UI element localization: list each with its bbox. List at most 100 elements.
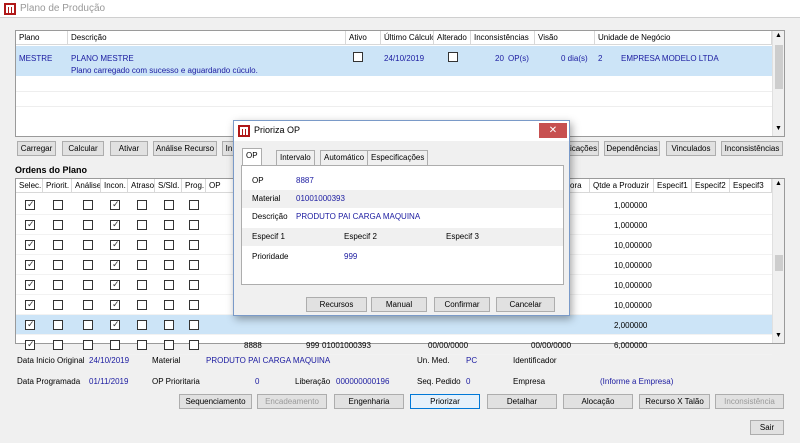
aplicacoes-button[interactable]: icações	[568, 141, 599, 156]
ssld-checkbox[interactable]	[164, 340, 174, 350]
ssld-checkbox[interactable]	[164, 280, 174, 290]
incon-checkbox[interactable]	[110, 199, 120, 210]
col-header-unidade-negocio[interactable]: Unidade de Negócio	[595, 31, 772, 45]
sair-button[interactable]: Sair	[750, 420, 784, 435]
incon-checkbox[interactable]	[110, 279, 120, 290]
ssld-checkbox[interactable]	[164, 240, 174, 250]
col-header-especif3[interactable]: Especif3	[730, 179, 772, 193]
priorit-checkbox[interactable]	[53, 320, 63, 330]
selec-checkbox[interactable]	[25, 319, 35, 330]
tab-intervalo[interactable]: Intervalo	[276, 150, 315, 165]
scroll-thumb[interactable]	[775, 45, 783, 89]
calcular-button[interactable]: Calcular	[62, 141, 104, 156]
analise-checkbox[interactable]	[83, 240, 93, 250]
ssld-checkbox[interactable]	[164, 300, 174, 310]
col-header-visao[interactable]: Visão	[535, 31, 595, 45]
prog-checkbox[interactable]	[189, 320, 199, 330]
tab-op[interactable]: OP	[242, 148, 262, 166]
ativo-checkbox[interactable]	[353, 52, 363, 62]
prog-checkbox[interactable]	[189, 200, 199, 210]
col-header-ssld[interactable]: S/Sld.	[155, 179, 182, 193]
col-header-inconsistencias[interactable]: Inconsistências	[471, 31, 535, 45]
plan-grid-scrollbar[interactable]: ▲ ▼	[772, 31, 784, 136]
analise-checkbox[interactable]	[83, 320, 93, 330]
vinculados-button[interactable]: Vinculados	[666, 141, 716, 156]
prog-checkbox[interactable]	[189, 300, 199, 310]
tab-especificacoes[interactable]: Especificações	[367, 150, 429, 165]
recurso-talao-button[interactable]: Recurso X Talão	[639, 394, 710, 409]
col-header-analise[interactable]: Análise	[72, 179, 101, 193]
plan-row[interactable]: MESTRE PLANO MESTRE Plano carregado com …	[16, 46, 772, 76]
selec-checkbox[interactable]	[25, 279, 35, 290]
atraso-checkbox[interactable]	[137, 200, 147, 210]
priorit-checkbox[interactable]	[53, 220, 63, 230]
inconsistencias-button[interactable]: Inconsistências	[721, 141, 783, 156]
priorit-checkbox[interactable]	[53, 240, 63, 250]
alterado-checkbox[interactable]	[448, 52, 458, 62]
col-header-alterado[interactable]: Alterado	[434, 31, 471, 45]
priorizar-button[interactable]: Priorizar	[410, 394, 480, 409]
selec-checkbox[interactable]	[25, 259, 35, 270]
analise-checkbox[interactable]	[83, 300, 93, 310]
analise-checkbox[interactable]	[83, 340, 93, 350]
ssld-checkbox[interactable]	[164, 220, 174, 230]
table-row[interactable]: 2,000000	[16, 315, 772, 335]
col-header-plano[interactable]: Plano	[16, 31, 68, 45]
orders-grid-scrollbar[interactable]: ▲ ▼	[772, 179, 784, 343]
incon-checkbox[interactable]	[110, 219, 120, 230]
ssld-checkbox[interactable]	[164, 200, 174, 210]
col-header-especif1[interactable]: Especif1	[654, 179, 692, 193]
incon-checkbox[interactable]	[110, 340, 120, 350]
incon-checkbox[interactable]	[110, 319, 120, 330]
col-header-ativo[interactable]: Ativo	[346, 31, 381, 45]
selec-checkbox[interactable]	[25, 239, 35, 250]
table-row[interactable]: 8888 99901001000393 00/00/0000 00/00/0000 6,…	[16, 335, 772, 355]
analise-checkbox[interactable]	[83, 200, 93, 210]
confirmar-button[interactable]: Confirmar	[434, 297, 490, 312]
inconsistencia-button[interactable]: Inconsistência	[715, 394, 784, 409]
col-header-ultimo-calculo[interactable]: Último Cálculo	[381, 31, 434, 45]
prioridade-value[interactable]: 999	[344, 252, 357, 261]
atraso-checkbox[interactable]	[137, 280, 147, 290]
ssld-checkbox[interactable]	[164, 320, 174, 330]
analise-checkbox[interactable]	[83, 280, 93, 290]
col-header-descricao[interactable]: Descrição	[68, 31, 346, 45]
encadeamento-button[interactable]: Encadeamento	[257, 394, 327, 409]
atraso-checkbox[interactable]	[137, 340, 147, 350]
prog-checkbox[interactable]	[189, 280, 199, 290]
prog-checkbox[interactable]	[189, 260, 199, 270]
atraso-checkbox[interactable]	[137, 240, 147, 250]
scroll-up-icon[interactable]: ▲	[775, 32, 782, 39]
ssld-checkbox[interactable]	[164, 260, 174, 270]
col-header-especif2[interactable]: Especif2	[692, 179, 730, 193]
col-header-qtde[interactable]: Qtde a Produzir	[590, 179, 654, 193]
prog-checkbox[interactable]	[189, 220, 199, 230]
carregar-button[interactable]: Carregar	[17, 141, 56, 156]
selec-checkbox[interactable]	[25, 339, 35, 350]
recursos-button[interactable]: Recursos	[306, 297, 367, 312]
incon-checkbox[interactable]	[110, 259, 120, 270]
prioriza-op-dialog[interactable]: Prioriza OP ✕ OP Intervalo Automático Es…	[233, 120, 570, 316]
atraso-checkbox[interactable]	[137, 320, 147, 330]
engenharia-button[interactable]: Engenharia	[334, 394, 404, 409]
scroll-thumb[interactable]	[775, 255, 783, 271]
priorit-checkbox[interactable]	[53, 340, 63, 350]
incon-checkbox[interactable]	[110, 299, 120, 310]
alocacao-button[interactable]: Alocação	[563, 394, 633, 409]
incon-checkbox[interactable]	[110, 239, 120, 250]
col-header-incon[interactable]: Incon.	[101, 179, 128, 193]
detalhar-button[interactable]: Detalhar	[487, 394, 557, 409]
col-header-op[interactable]: OP	[206, 179, 236, 193]
sequenciamento-button[interactable]: Sequenciamento	[179, 394, 252, 409]
scroll-down-icon[interactable]: ▼	[775, 332, 782, 339]
analise-checkbox[interactable]	[83, 220, 93, 230]
analise-recurso-button[interactable]: Análise Recurso	[153, 141, 217, 156]
col-header-priorit[interactable]: Priorit.	[43, 179, 72, 193]
ativar-button[interactable]: Ativar	[110, 141, 148, 156]
analise-checkbox[interactable]	[83, 260, 93, 270]
scroll-up-icon[interactable]: ▲	[775, 180, 782, 187]
atraso-checkbox[interactable]	[137, 260, 147, 270]
selec-checkbox[interactable]	[25, 299, 35, 310]
cancelar-button[interactable]: Cancelar	[496, 297, 555, 312]
scroll-down-icon[interactable]: ▼	[775, 125, 782, 132]
